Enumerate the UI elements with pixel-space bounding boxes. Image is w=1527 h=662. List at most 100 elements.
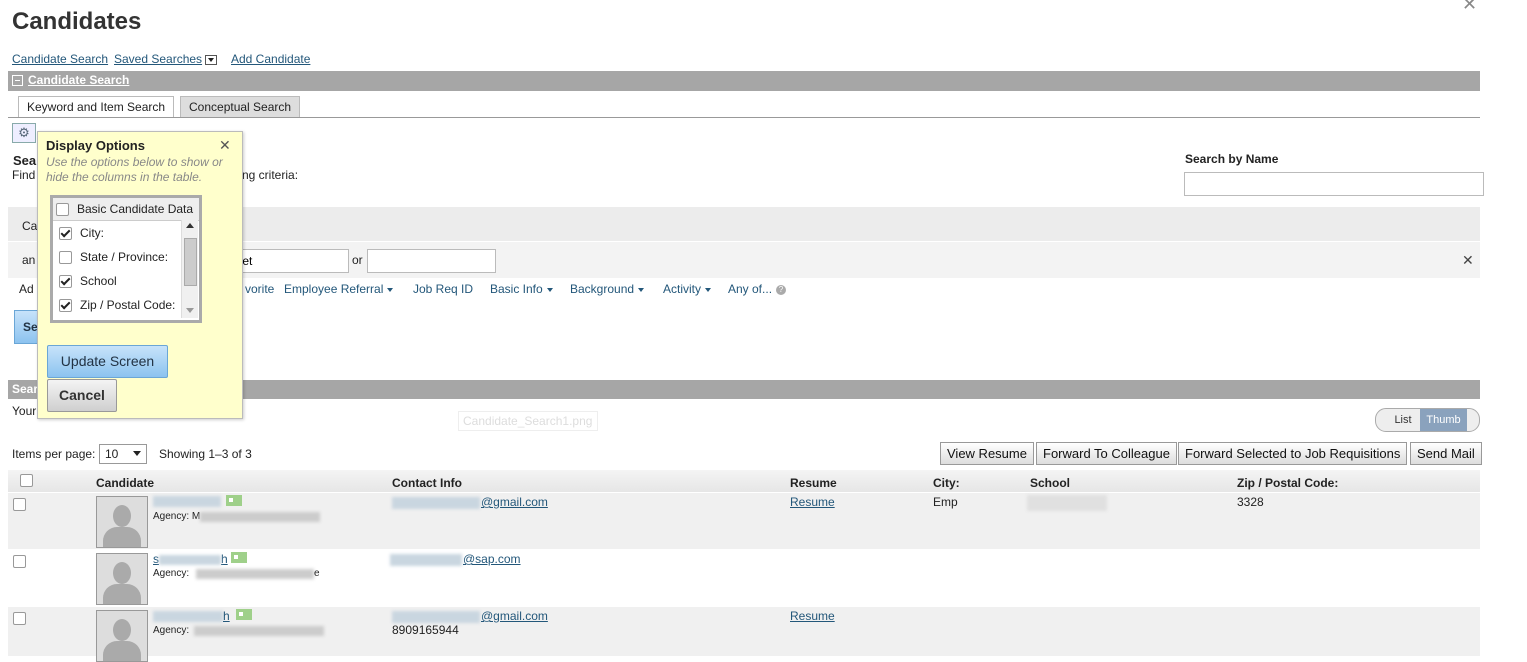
email-link[interactable]: @gmail.com <box>481 609 548 623</box>
cancel-button[interactable]: Cancel <box>47 379 117 412</box>
forward-to-requisitions-button[interactable]: Forward Selected to Job Requisitions <box>1178 442 1408 465</box>
col-resume[interactable]: Resume <box>790 476 837 490</box>
col-zip[interactable]: Zip / Postal Code: <box>1237 476 1338 490</box>
candidate-name-link[interactable]: h <box>223 609 230 623</box>
resume-link[interactable]: Resume <box>790 495 835 509</box>
scroll-up-icon[interactable] <box>186 223 194 228</box>
avatar[interactable] <box>96 553 148 605</box>
candidate-search-link[interactable]: Candidate Search <box>12 52 108 66</box>
search-by-name-input[interactable] <box>1184 172 1484 196</box>
email-link[interactable]: @gmail.com <box>481 495 548 509</box>
row-checkbox[interactable] <box>13 555 26 568</box>
school-checkbox[interactable] <box>59 275 72 289</box>
items-per-page-select[interactable]: 10 <box>99 444 147 464</box>
city-value: Emp <box>933 495 958 509</box>
gear-icon[interactable]: ⚙ <box>12 123 36 143</box>
display-options-popup: Display Options ✕ Use the options below … <box>37 131 243 419</box>
popup-title: Display Options <box>46 138 145 153</box>
state-checkbox[interactable] <box>59 251 72 265</box>
chevron-down-icon <box>387 287 394 292</box>
contact-card-icon[interactable] <box>236 609 252 620</box>
option-zip[interactable]: Zip / Postal Code: <box>59 298 175 313</box>
contact-card-icon[interactable] <box>226 495 242 506</box>
row-checkbox[interactable] <box>13 498 26 511</box>
scroll-thumb[interactable] <box>184 238 197 286</box>
close-icon[interactable]: ✕ <box>1462 0 1477 15</box>
tab-keyword-search[interactable]: Keyword and Item Search <box>18 96 175 118</box>
candidate-search-header: Candidate Search <box>8 71 1480 91</box>
email-prefix <box>392 497 480 509</box>
section-title[interactable]: Candidate Search <box>28 73 129 87</box>
background-filter[interactable]: Background <box>570 282 645 296</box>
tab-conceptual-search[interactable]: Conceptual Search <box>180 96 301 117</box>
col-contact-info[interactable]: Contact Info <box>392 476 462 490</box>
operator-fragment: an <box>22 253 36 267</box>
agency-value <box>194 626 324 636</box>
zip-value: 3328 <box>1237 495 1264 509</box>
remove-row-icon[interactable]: ✕ <box>1462 252 1474 269</box>
view-toggle[interactable]: List Thumb <box>1375 408 1480 432</box>
find-text: Find <box>12 168 36 182</box>
col-school[interactable]: School <box>1030 476 1070 490</box>
tab-divider <box>8 117 1480 118</box>
any-of-filter[interactable]: Any of...? <box>728 282 787 296</box>
email-prefix <box>390 554 462 566</box>
results-title: Sear <box>12 382 39 396</box>
employee-referral-filter[interactable]: Employee Referral <box>284 282 394 296</box>
city-checkbox[interactable] <box>59 227 72 241</box>
update-screen-button[interactable]: Update Screen <box>47 345 168 378</box>
view-resume-button[interactable]: View Resume <box>940 442 1034 465</box>
search-heading: Sea <box>13 153 37 168</box>
group-checkbox[interactable] <box>56 203 69 217</box>
option-city[interactable]: City: <box>59 226 104 241</box>
add-candidate-link[interactable]: Add Candidate <box>231 52 310 66</box>
activity-filter[interactable]: Activity <box>663 282 712 296</box>
basic-info-filter[interactable]: Basic Info <box>490 282 553 296</box>
page-title: Candidates <box>12 8 142 35</box>
saved-searches-link[interactable]: Saved Searches <box>114 52 218 66</box>
forward-to-colleague-button[interactable]: Forward To Colleague <box>1036 442 1177 465</box>
scroll-down-icon[interactable] <box>186 308 194 313</box>
option-state[interactable]: State / Province: <box>59 250 168 265</box>
drag-ghost: Candidate_Search1.png <box>458 411 598 431</box>
col-candidate[interactable]: Candidate <box>96 476 154 490</box>
list-scrollbar[interactable] <box>181 220 198 318</box>
column-options-list: Basic Candidate Data City: State / Provi… <box>50 195 202 323</box>
criteria-fragment: Ca <box>22 219 38 233</box>
email-prefix <box>392 611 480 623</box>
email-link[interactable]: @sap.com <box>463 552 521 566</box>
agency-label: Agency: <box>153 568 190 579</box>
chevron-down-icon <box>133 451 141 456</box>
col-city[interactable]: City: <box>933 476 960 490</box>
send-mail-button[interactable]: Send Mail <box>1410 442 1482 465</box>
close-icon[interactable]: ✕ <box>219 137 231 154</box>
favorite-filter[interactable]: vorite <box>245 282 274 296</box>
collapse-icon[interactable] <box>12 75 23 86</box>
chevron-down-icon <box>546 287 553 292</box>
contact-card-icon[interactable] <box>231 552 247 563</box>
avatar[interactable] <box>96 610 148 662</box>
chevron-down-icon[interactable] <box>205 54 218 65</box>
help-icon[interactable]: ? <box>776 284 787 295</box>
criteria-text: ng criteria: <box>242 168 299 182</box>
list-view-option[interactable]: List <box>1388 409 1418 431</box>
keyword-input[interactable] <box>228 249 349 273</box>
row-checkbox[interactable] <box>13 612 26 625</box>
job-req-id-filter[interactable]: Job Req ID <box>413 282 473 296</box>
results-summary: Your <box>12 404 37 418</box>
keyword-input-2[interactable] <box>367 249 496 273</box>
candidate-name-link[interactable]: sh <box>153 552 228 566</box>
thumb-view-option[interactable]: Thumb <box>1420 409 1467 431</box>
candidate-name-link[interactable] <box>153 496 221 507</box>
option-school[interactable]: School <box>59 274 117 289</box>
popup-description: Use the options below to show or hide th… <box>46 155 223 184</box>
zip-checkbox[interactable] <box>59 299 72 313</box>
items-per-page-label: Items per page: <box>12 447 96 461</box>
agency-label: Agency: M <box>153 511 201 522</box>
phone-value: 8909165944 <box>392 623 459 637</box>
avatar[interactable] <box>96 496 148 548</box>
agency-suffix: e <box>314 568 320 579</box>
option-group[interactable]: Basic Candidate Data <box>53 198 199 221</box>
resume-link[interactable]: Resume <box>790 609 835 623</box>
select-all-checkbox[interactable] <box>20 474 33 487</box>
